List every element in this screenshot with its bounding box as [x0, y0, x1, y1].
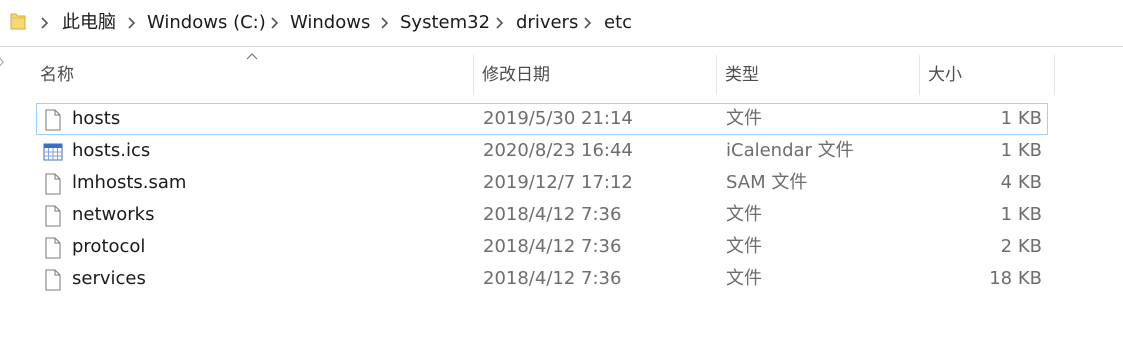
breadcrumb-item-windows[interactable]: Windows	[290, 11, 370, 35]
file-row-hosts-ics[interactable]: hosts.ics 2020/8/23 16:44 iCalendar 文件 1…	[36, 135, 1048, 167]
file-type: 文件	[726, 268, 762, 289]
document-icon	[43, 237, 63, 259]
navigation-pane-edge	[0, 56, 4, 76]
file-type: SAM 文件	[726, 172, 808, 193]
column-header-type-label: 类型	[725, 65, 759, 85]
breadcrumb-item-etc[interactable]: etc	[604, 11, 632, 35]
document-icon	[43, 269, 63, 291]
file-type: iCalendar 文件	[726, 140, 854, 161]
breadcrumb-item-this-pc[interactable]: 此电脑	[62, 11, 116, 35]
chevron-right-icon[interactable]	[380, 16, 390, 30]
file-date-modified: 2020/8/23 16:44	[483, 140, 633, 161]
document-icon	[43, 205, 63, 227]
column-header-size-label: 大小	[928, 65, 962, 85]
file-row-services[interactable]: services 2018/4/12 7:36 文件 18 KB	[36, 263, 1048, 295]
folder-icon	[10, 12, 26, 30]
chevron-right-icon[interactable]	[270, 16, 280, 30]
file-row-hosts[interactable]: hosts 2019/5/30 21:14 文件 1 KB	[36, 103, 1048, 135]
file-row-lmhosts-sam[interactable]: lmhosts.sam 2019/12/7 17:12 SAM 文件 4 KB	[36, 167, 1048, 199]
file-name: hosts	[72, 108, 121, 129]
column-header-name[interactable]: 名称	[32, 55, 474, 95]
file-date-modified: 2019/5/30 21:14	[483, 108, 633, 129]
file-type: 文件	[726, 108, 762, 129]
file-size: 18 KB	[989, 268, 1042, 289]
document-icon	[43, 173, 63, 195]
document-icon	[43, 109, 63, 131]
file-type: 文件	[726, 236, 762, 257]
file-size: 4 KB	[1000, 172, 1042, 193]
file-name: networks	[72, 204, 155, 225]
file-name: hosts.ics	[72, 140, 151, 161]
file-size: 1 KB	[1000, 140, 1042, 161]
file-date-modified: 2018/4/12 7:36	[483, 268, 622, 289]
address-bar[interactable]: 此电脑 Windows (C:) Windows System32 driver…	[0, 0, 1123, 47]
column-header-date-modified[interactable]: 修改日期	[474, 55, 717, 95]
file-size: 1 KB	[1000, 108, 1042, 129]
file-row-networks[interactable]: networks 2018/4/12 7:36 文件 1 KB	[36, 199, 1048, 231]
file-size: 1 KB	[1000, 204, 1042, 225]
column-header-date-label: 修改日期	[482, 65, 550, 85]
chevron-right-icon[interactable]	[495, 16, 505, 30]
file-date-modified: 2018/4/12 7:36	[483, 204, 622, 225]
chevron-right-icon[interactable]	[127, 16, 137, 30]
file-row-protocol[interactable]: protocol 2018/4/12 7:36 文件 2 KB	[36, 231, 1048, 263]
column-header-name-label: 名称	[40, 65, 74, 85]
file-name: lmhosts.sam	[72, 172, 187, 193]
column-header-size[interactable]: 大小	[920, 55, 1055, 95]
chevron-right-icon[interactable]	[40, 16, 50, 30]
breadcrumb-item-drive-c[interactable]: Windows (C:)	[147, 11, 266, 35]
calendar-file-icon	[43, 141, 63, 163]
file-name: protocol	[72, 236, 146, 257]
breadcrumb-item-system32[interactable]: System32	[400, 11, 490, 35]
chevron-right-icon[interactable]	[583, 16, 593, 30]
file-date-modified: 2018/4/12 7:36	[483, 236, 622, 257]
column-header-type[interactable]: 类型	[717, 55, 920, 95]
breadcrumb-item-drivers[interactable]: drivers	[516, 11, 578, 35]
file-date-modified: 2019/12/7 17:12	[483, 172, 633, 193]
file-size: 2 KB	[1000, 236, 1042, 257]
file-type: 文件	[726, 204, 762, 225]
file-name: services	[72, 268, 146, 289]
